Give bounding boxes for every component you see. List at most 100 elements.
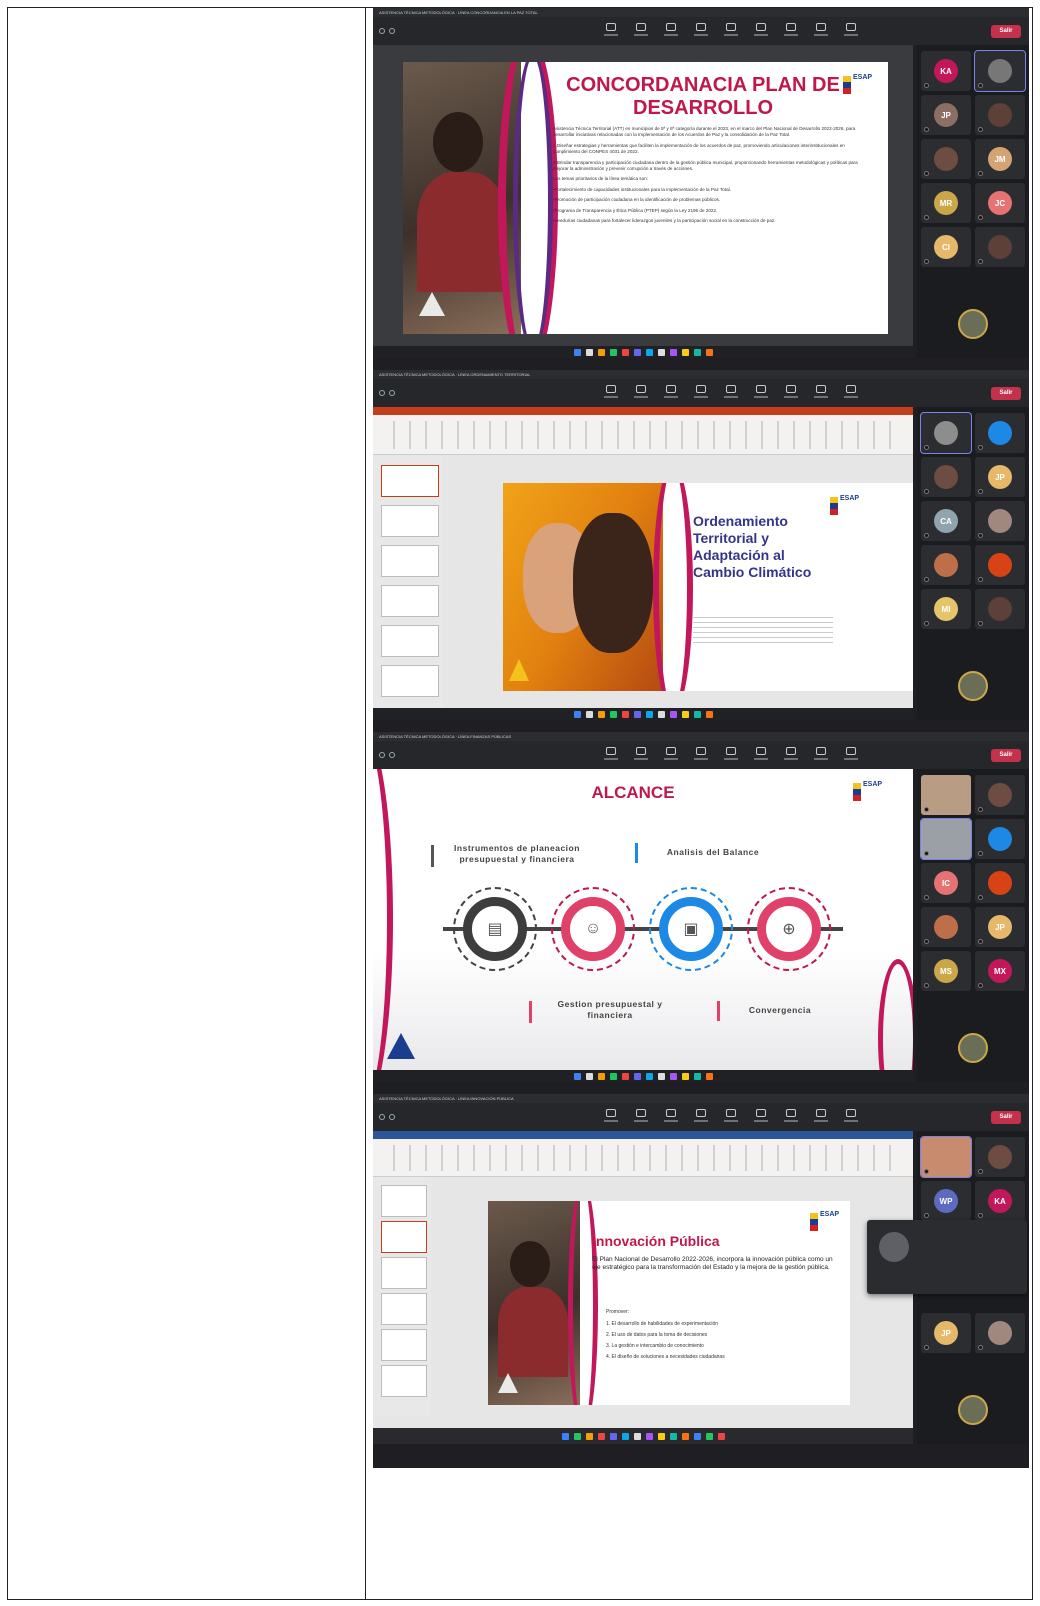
people-icon[interactable] (663, 747, 679, 763)
raise-hand-icon[interactable] (693, 1109, 709, 1125)
mic-icon[interactable] (813, 23, 829, 39)
camera-toggle-icon[interactable] (843, 23, 859, 39)
active-speaker[interactable] (943, 303, 1003, 345)
share-icon[interactable] (633, 385, 649, 401)
participant-tile[interactable]: JC (975, 183, 1025, 223)
people-icon[interactable] (663, 1109, 679, 1125)
share-icon[interactable] (633, 23, 649, 39)
slide-thumbnail[interactable] (381, 1293, 427, 1325)
slide-thumbnail[interactable] (381, 1329, 427, 1361)
list-item: 3. La gestión e intercambio de conocimie… (606, 1343, 704, 1349)
slide-thumbnail[interactable] (381, 1257, 427, 1289)
participant-tile[interactable]: IC (921, 863, 971, 903)
react-icon[interactable] (723, 385, 739, 401)
slide-thumbnail[interactable] (381, 1221, 427, 1253)
slide-thumbnail[interactable] (381, 665, 439, 697)
slide-thumbnail[interactable] (381, 625, 439, 657)
leave-button[interactable]: Salir (991, 1111, 1021, 1124)
view-icon[interactable] (753, 385, 769, 401)
view-icon[interactable] (753, 23, 769, 39)
view-icon[interactable] (753, 1109, 769, 1125)
camera-icon[interactable] (603, 1109, 619, 1125)
planning-stage-icon: ▤ (463, 897, 527, 961)
share-icon[interactable] (633, 1109, 649, 1125)
react-icon[interactable] (723, 747, 739, 763)
participant-tile[interactable]: KA (975, 1181, 1025, 1221)
slide-thumbnail[interactable] (381, 505, 439, 537)
window-title: ASISTENCIA TÉCNICA METODOLÓGICA · LÍNEA … (373, 370, 1029, 379)
participant-tile[interactable]: MS (921, 951, 971, 991)
participant-tile[interactable]: CA (921, 501, 971, 541)
raise-hand-icon[interactable] (693, 747, 709, 763)
participant-gallery: KA JP JM MR JC CI (917, 45, 1029, 358)
people-icon[interactable] (663, 385, 679, 401)
react-icon[interactable] (723, 23, 739, 39)
participant-tile[interactable] (921, 139, 971, 179)
mic-icon[interactable] (813, 1109, 829, 1125)
floating-video-popup[interactable] (867, 1220, 1027, 1294)
participant-tile[interactable] (975, 863, 1025, 903)
participant-tile[interactable] (975, 775, 1025, 815)
slide-intro: El Plan Nacional de Desarrollo 2022-2026… (592, 1256, 833, 1271)
active-speaker[interactable] (943, 665, 1003, 707)
raise-hand-icon[interactable] (693, 23, 709, 39)
more-icon[interactable] (783, 1109, 799, 1125)
participant-tile[interactable]: WP (921, 1181, 971, 1221)
more-icon[interactable] (783, 385, 799, 401)
participant-video[interactable] (920, 818, 972, 860)
view-icon[interactable] (753, 747, 769, 763)
participant-tile[interactable] (921, 907, 971, 947)
slide-thumbnail[interactable] (381, 585, 439, 617)
active-speaker[interactable] (943, 1389, 1003, 1431)
react-icon[interactable] (723, 1109, 739, 1125)
leave-button[interactable]: Salir (991, 25, 1021, 38)
slide-thumbnail[interactable] (381, 465, 439, 497)
participant-tile[interactable] (975, 227, 1025, 267)
participant-tile[interactable]: CI (921, 227, 971, 267)
mic-icon[interactable] (813, 747, 829, 763)
leave-button[interactable]: Salir (991, 749, 1021, 762)
participant-video[interactable] (921, 775, 971, 815)
people-icon[interactable] (663, 23, 679, 39)
participant-tile[interactable] (975, 413, 1025, 453)
participant-tile[interactable] (921, 457, 971, 497)
participant-tile[interactable] (975, 95, 1025, 135)
participant-tile[interactable]: JP (975, 457, 1025, 497)
slide-thumbnail[interactable] (381, 1185, 427, 1217)
participant-tile[interactable] (975, 1137, 1025, 1177)
participant-tile[interactable]: JP (921, 95, 971, 135)
camera-toggle-icon[interactable] (843, 747, 859, 763)
camera-toggle-icon[interactable] (843, 1109, 859, 1125)
participant-tile[interactable]: MI (921, 589, 971, 629)
participant-tile[interactable]: JM (975, 139, 1025, 179)
participant-tile[interactable] (975, 545, 1025, 585)
more-icon[interactable] (783, 747, 799, 763)
participant-tile[interactable] (974, 50, 1026, 92)
participant-video[interactable] (920, 1136, 972, 1178)
slide-thumbnail[interactable] (381, 1365, 427, 1397)
participant-tile[interactable] (921, 545, 971, 585)
participant-tile[interactable]: JP (921, 1313, 971, 1353)
participant-tile[interactable] (975, 1313, 1025, 1353)
document-table: ASISTENCIA TÉCNICA METODOLÓGICA · LÍNEA … (7, 7, 1033, 1600)
participant-tile[interactable] (975, 819, 1025, 859)
participant-tile[interactable] (975, 501, 1025, 541)
leave-button[interactable]: Salir (991, 387, 1021, 400)
share-icon[interactable] (633, 747, 649, 763)
participant-tile[interactable]: JP (975, 907, 1025, 947)
raise-hand-icon[interactable] (693, 385, 709, 401)
slide-thumbnail[interactable] (381, 545, 439, 577)
camera-icon[interactable] (603, 23, 619, 39)
active-speaker[interactable] (943, 1027, 1003, 1069)
participant-tile[interactable] (920, 412, 972, 454)
participant-tile[interactable]: KA (921, 51, 971, 91)
participant-tile[interactable]: MX (975, 951, 1025, 991)
camera-icon[interactable] (603, 385, 619, 401)
mic-icon[interactable] (813, 385, 829, 401)
participant-tile[interactable] (975, 589, 1025, 629)
participant-tile[interactable]: MR (921, 183, 971, 223)
camera-toggle-icon[interactable] (843, 385, 859, 401)
more-icon[interactable] (783, 23, 799, 39)
shared-screen: ESAP Innovación Pública El Plan Nacional… (373, 1131, 913, 1444)
camera-icon[interactable] (603, 747, 619, 763)
